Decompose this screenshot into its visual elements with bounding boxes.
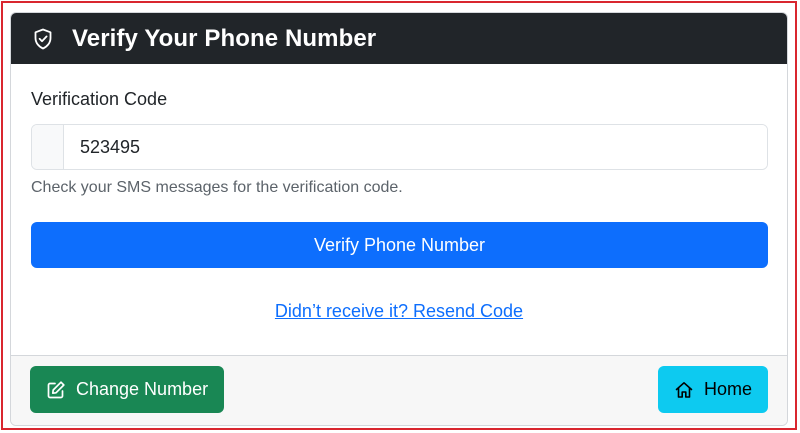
card-footer: Change Number Home (11, 355, 787, 425)
verification-card: Verify Your Phone Number Verification Co… (10, 12, 788, 426)
resend-link-row: Didn’t receive it? Resend Code (11, 301, 787, 322)
home-button[interactable]: Home (657, 366, 768, 413)
pencil-square-icon (46, 380, 66, 400)
verification-code-group (31, 124, 768, 170)
verification-code-input[interactable] (64, 125, 767, 169)
input-addon (32, 125, 64, 169)
resend-code-link[interactable]: Didn’t receive it? Resend Code (275, 301, 523, 321)
home-label: Home (703, 379, 752, 399)
verify-phone-button[interactable]: Verify Phone Number (31, 222, 768, 268)
help-text: Check your SMS messages for the verifica… (31, 179, 403, 196)
card-header: Verify Your Phone Number (11, 13, 787, 64)
change-number-label: Change Number (76, 379, 209, 399)
house-icon (674, 380, 694, 400)
shield-check-icon (31, 27, 55, 51)
change-number-button[interactable]: Change Number (30, 366, 225, 413)
verification-code-label: Verification Code (31, 89, 168, 109)
page-title: Verify Your Phone Number (72, 24, 377, 52)
